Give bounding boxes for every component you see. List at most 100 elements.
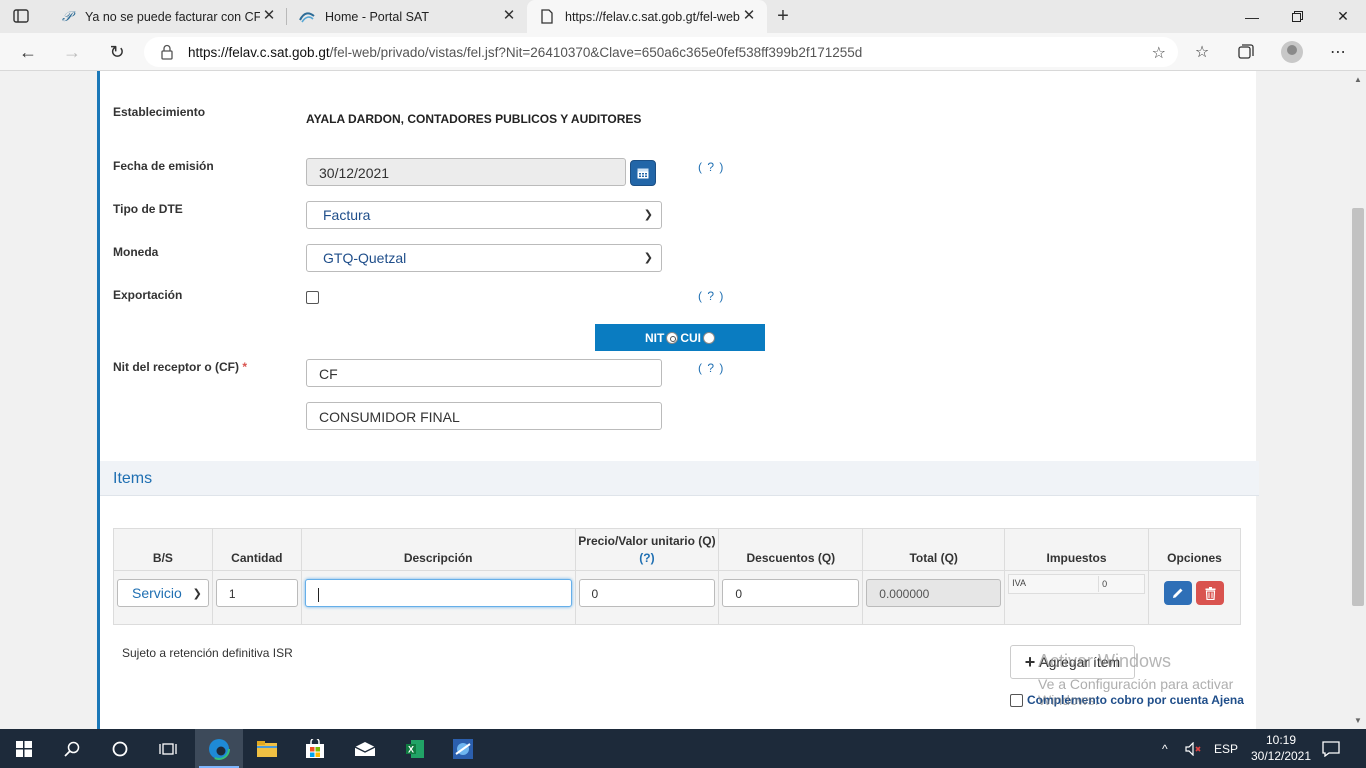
vertical-scrollbar[interactable]: ▲ ▼ bbox=[1350, 71, 1366, 729]
nit-receptor-input[interactable]: CF bbox=[306, 359, 662, 387]
activation-watermark-title: Activar Windows bbox=[1038, 651, 1172, 671]
window-close-icon[interactable]: ✕ bbox=[1320, 0, 1366, 33]
nit-cui-toggle: NIT CUI bbox=[595, 324, 765, 351]
minimize-icon[interactable]: — bbox=[1229, 0, 1275, 33]
tax-row: IVA 0 bbox=[1008, 574, 1145, 594]
cui-radio[interactable] bbox=[703, 331, 715, 344]
tab-title: https://felav.c.sat.gob.gt/fel-web bbox=[565, 9, 740, 24]
calendar-icon[interactable] bbox=[630, 160, 656, 186]
nit-help-link[interactable]: ( ? ) bbox=[698, 361, 724, 375]
page-icon bbox=[539, 9, 555, 25]
descuentos-input[interactable]: 0 bbox=[722, 579, 860, 607]
tipo-dte-select[interactable]: Factura ❯ bbox=[306, 201, 662, 229]
exportacion-checkbox[interactable] bbox=[306, 291, 319, 304]
tab-title: Ya no se puede facturar con CF - bbox=[85, 9, 260, 24]
nombre-receptor-input[interactable]: CONSUMIDOR FINAL bbox=[306, 402, 662, 430]
windows-start-icon[interactable] bbox=[0, 729, 48, 768]
excel-icon[interactable]: X bbox=[391, 729, 439, 768]
exportacion-help-link[interactable]: ( ? ) bbox=[698, 289, 724, 303]
bs-selected: Servicio bbox=[132, 585, 182, 601]
chevron-down-icon: ❯ bbox=[192, 588, 202, 600]
system-clock[interactable]: 10:19 30/12/2021 bbox=[1248, 732, 1314, 764]
complemento-checkbox[interactable] bbox=[1010, 693, 1023, 707]
descripcion-cell bbox=[300, 570, 576, 625]
precio-input[interactable]: 0 bbox=[578, 579, 716, 607]
opciones-cell bbox=[1148, 570, 1241, 625]
delete-item-button[interactable] bbox=[1196, 581, 1224, 605]
close-icon[interactable]: ✕ bbox=[501, 8, 517, 24]
precio-help-link[interactable]: (?) bbox=[576, 551, 719, 565]
tab-portal-sat[interactable]: Home - Portal SAT ✕ bbox=[287, 0, 527, 33]
close-icon[interactable]: ✕ bbox=[261, 8, 277, 24]
fecha-emision-label: Fecha de emisión bbox=[113, 159, 214, 173]
lock-icon[interactable] bbox=[160, 44, 174, 60]
volume-muted-icon[interactable] bbox=[1185, 729, 1203, 768]
establecimiento-label: Establecimiento bbox=[113, 105, 206, 119]
search-icon[interactable] bbox=[48, 729, 96, 768]
profile-avatar-icon[interactable] bbox=[1279, 40, 1305, 64]
nit-option-label: NIT bbox=[644, 330, 665, 345]
scroll-up-icon[interactable]: ▲ bbox=[1354, 75, 1362, 84]
tab-factura-cf[interactable]: 𝒫 Ya no se puede facturar con CF - ✕ bbox=[47, 0, 287, 33]
favorites-icon[interactable]: ☆ bbox=[1189, 40, 1215, 64]
total-input: 0.000000 bbox=[866, 579, 1002, 607]
new-tab-icon[interactable]: + bbox=[772, 5, 794, 27]
url-text[interactable]: https://felav.c.sat.gob.gt/fel-web/priva… bbox=[188, 45, 862, 60]
back-arrow-icon[interactable]: ← bbox=[15, 40, 41, 64]
mail-icon[interactable] bbox=[341, 729, 389, 768]
edge-browser-icon[interactable] bbox=[195, 729, 243, 768]
fecha-emision-input[interactable]: 30/12/2021 bbox=[306, 158, 626, 186]
page-viewport: Establecimiento AYALA DARDON, CONTADORES… bbox=[0, 71, 1350, 729]
precio-cell: 0 bbox=[574, 570, 720, 625]
tax-value: 0 bbox=[1098, 576, 1107, 592]
nit-receptor-label: Nit del receptor o (CF) * bbox=[113, 360, 248, 374]
tab-actions-icon[interactable] bbox=[10, 6, 32, 26]
cantidad-cell: 1 bbox=[211, 570, 302, 625]
clock-date: 30/12/2021 bbox=[1250, 749, 1312, 763]
cantidad-input[interactable]: 1 bbox=[215, 579, 298, 607]
language-indicator[interactable]: ESP bbox=[1214, 729, 1238, 768]
fecha-help-link[interactable]: ( ? ) bbox=[698, 160, 724, 174]
store-icon[interactable] bbox=[291, 729, 339, 768]
address-toolbar: ← → ↻ https://felav.c.sat.gob.gt/fel-web… bbox=[0, 33, 1366, 71]
task-view-icon[interactable] bbox=[144, 729, 192, 768]
items-table-header: B/S Cantidad Descripción Precio/Valor un… bbox=[113, 528, 1241, 571]
col-descuentos: Descuentos (Q) bbox=[718, 528, 864, 571]
items-section-title: Items bbox=[113, 470, 153, 487]
descripcion-input[interactable] bbox=[304, 579, 572, 607]
tab-title: Home - Portal SAT bbox=[325, 9, 429, 24]
items-section-header: Items bbox=[100, 461, 1259, 496]
nit-radio[interactable] bbox=[666, 331, 679, 344]
col-impuestos: Impuestos bbox=[1004, 528, 1149, 571]
close-icon[interactable]: ✕ bbox=[741, 8, 757, 24]
collections-icon[interactable] bbox=[1233, 40, 1259, 64]
tax-name: IVA bbox=[1012, 578, 1026, 588]
notifications-icon[interactable] bbox=[1322, 729, 1340, 768]
bs-select[interactable]: Servicio ❯ bbox=[117, 579, 209, 607]
tab-felav-active[interactable]: https://felav.c.sat.gob.gt/fel-web ✕ bbox=[527, 0, 767, 33]
table-row: Servicio ❯ 1 0 0 0.000000 IVA 0 bbox=[113, 570, 1241, 625]
moneda-selected: GTQ-Quetzal bbox=[323, 250, 407, 266]
moneda-select[interactable]: GTQ-Quetzal ❯ bbox=[306, 244, 662, 272]
add-favorite-icon[interactable]: ☆ bbox=[1152, 43, 1166, 63]
forward-arrow-icon[interactable]: → bbox=[59, 40, 85, 64]
remote-app-icon[interactable] bbox=[439, 729, 487, 768]
col-precio: Precio/Valor unitario (Q) (?) bbox=[574, 528, 720, 571]
edit-item-button[interactable] bbox=[1164, 581, 1192, 605]
more-menu-icon[interactable]: ⋯ bbox=[1325, 40, 1351, 64]
col-opciones: Opciones bbox=[1148, 528, 1241, 571]
address-bar[interactable]: https://felav.c.sat.gob.gt/fel-web/priva… bbox=[144, 37, 1178, 67]
file-explorer-icon[interactable] bbox=[243, 729, 291, 768]
isr-retention-text: Sujeto a retención definitiva ISR bbox=[122, 646, 293, 660]
total-cell: 0.000000 bbox=[862, 570, 1006, 625]
refresh-icon[interactable]: ↻ bbox=[104, 40, 130, 64]
activation-watermark-subtitle: Ve a Configuración para activar Windows. bbox=[1038, 676, 1234, 708]
restore-icon[interactable] bbox=[1274, 0, 1320, 33]
text-caret bbox=[317, 587, 319, 602]
required-mark: * bbox=[242, 360, 248, 374]
show-hidden-icons-icon[interactable]: ^ bbox=[1162, 729, 1168, 768]
scrollbar-thumb[interactable] bbox=[1352, 208, 1364, 606]
scroll-down-icon[interactable]: ▼ bbox=[1354, 716, 1362, 725]
cui-option-label: CUI bbox=[680, 330, 701, 345]
cortana-icon[interactable] bbox=[96, 729, 144, 768]
